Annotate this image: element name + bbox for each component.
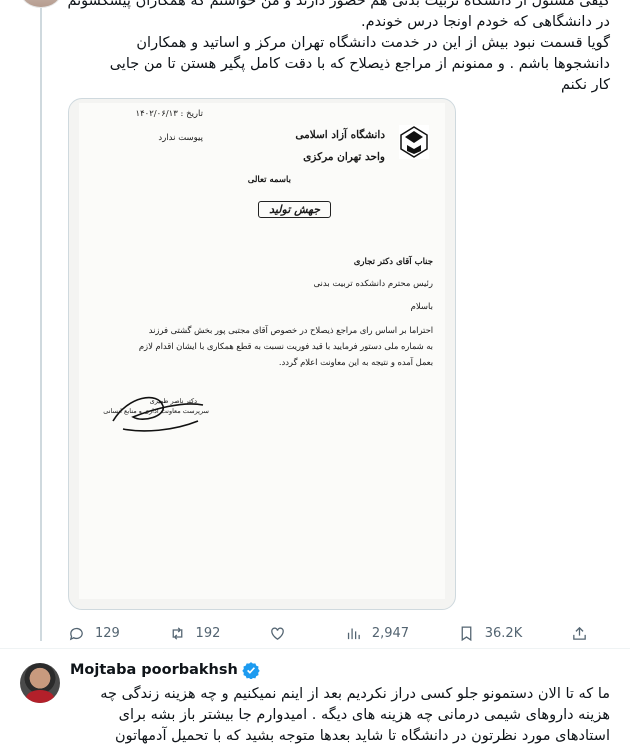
avatar[interactable] [20, 0, 62, 8]
reply-line: استادهای مورد نظرتون در دانشگاه تا شاید … [114, 728, 610, 744]
reply-author[interactable]: Mojtaba poorbakhsh [70, 661, 260, 679]
reply-icon [69, 627, 83, 640]
retweet-button[interactable]: 192 [169, 625, 221, 642]
views-count: 2,947 [371, 625, 410, 641]
branch-name: واحد تهران مرکزی [303, 151, 385, 163]
recipient-title: رئیس محترم دانشکده تربیت بدنی [313, 279, 433, 289]
like-button[interactable] [269, 625, 296, 642]
letter-body-line: بعمل آمده و نتیجه به این معاونت اعلام گر… [278, 357, 433, 367]
reply-count: 129 [95, 625, 120, 641]
divider [0, 648, 630, 649]
thread-line [40, 0, 42, 641]
tweet-line: گویا قسمت نبود بیش از این در خدمت دانشگا… [136, 35, 610, 51]
author-name: Mojtaba poorbakhsh [70, 662, 238, 678]
heart-icon [271, 627, 284, 640]
retweet-icon [172, 626, 182, 640]
share-icon [573, 626, 586, 640]
avatar[interactable] [20, 663, 60, 703]
greeting: باسلام [410, 302, 433, 312]
basmala: باسمه تعالی [247, 175, 291, 185]
reply-line: ما که تا الان دستمونو جلو کسی دراز نکردی… [100, 686, 610, 702]
bookmark-count: 36.2K [484, 625, 523, 641]
tweet-actions: 129 192 2,947 36.2K [68, 622, 588, 644]
share-button[interactable] [571, 625, 588, 642]
signature-icon [112, 396, 204, 432]
attachment-label: پیوست ندارد [158, 133, 203, 143]
recipient: جناب آقای دکتر تجاری [353, 257, 433, 267]
tweet-line: در دانشگاهی که خودم اونجا درس خوندم. [361, 14, 610, 30]
bookmark-icon [461, 625, 472, 641]
tweet-text: کیفی مسئول از دانشگاه تربیت بدنی هم حضور… [67, 0, 611, 96]
verified-badge-icon [242, 662, 260, 679]
letter-date: تاریخ : ۱۴۰۲/۰۶/۱۳ [135, 109, 203, 119]
university-logo-icon [399, 125, 429, 159]
reply-text: ما که تا الان دستمونو جلو کسی دراز نکردی… [70, 684, 610, 747]
tweet-image[interactable]: دانشگاه آزاد اسلامی واحد تهران مرکزی تار… [68, 98, 456, 610]
tweet-line: کار نکنم [560, 77, 610, 93]
bookmark-button[interactable]: 36.2K [458, 625, 522, 642]
letter-body-line: احتراما بر اساس رای مراجع ذیصلاح در خصوص… [148, 325, 433, 335]
tweet-line: کیفی مسئول از دانشگاه تربیت بدنی هم حضور… [67, 0, 611, 9]
reply-button[interactable]: 129 [68, 625, 120, 642]
slogan: جهش تولید [258, 201, 331, 218]
views-chart-icon [347, 628, 360, 639]
letter-body-line: به شماره ملی دستور فرمایید با قید فوریت … [138, 341, 433, 351]
views-button[interactable]: 2,947 [345, 625, 409, 642]
tweet-line: دانشجوها باشم . و ممنونم از مراجع ذیصلاح… [109, 56, 610, 72]
reply-line: هزینه داروهای شیمی درمانی چه هزینه های د… [118, 707, 610, 723]
retweet-count: 192 [195, 625, 221, 641]
letter-document: دانشگاه آزاد اسلامی واحد تهران مرکزی تار… [79, 103, 445, 599]
university-name: دانشگاه آزاد اسلامی [295, 129, 385, 141]
